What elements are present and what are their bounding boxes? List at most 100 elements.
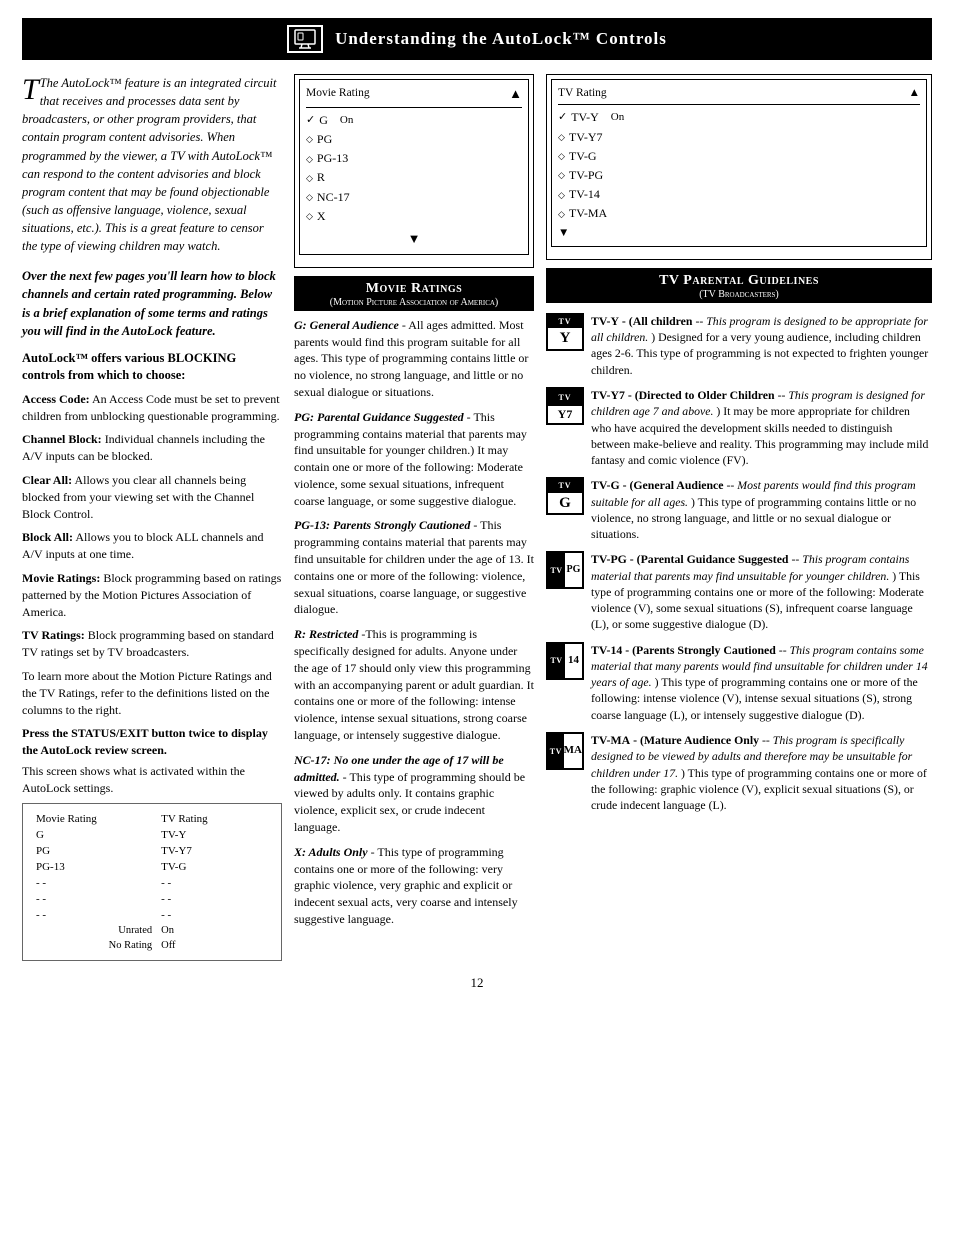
intro-para: The AutoLock™ feature is an integrated c… xyxy=(22,74,282,255)
footer-row2: No Rating Off xyxy=(33,939,271,952)
unrated-val: On xyxy=(158,924,271,937)
tv-entry-text-TVPG: TV-PG - (Parental Guidance Suggested -- … xyxy=(591,551,932,632)
rating-bold-desc: - (All children xyxy=(622,314,693,328)
bottom-text: To learn more about the Motion Picture R… xyxy=(22,668,282,718)
rating-item-R: ◇ R xyxy=(306,168,522,187)
rating-label: PG-13 xyxy=(317,149,348,168)
rating-item-TV14: ◇ TV-14 xyxy=(558,185,920,204)
arrow-up-icon: ▲ xyxy=(509,84,522,105)
rating-id: TV-Y xyxy=(591,314,619,328)
rating-item-TVY7: ◇ TV-Y7 xyxy=(558,128,920,147)
middle-column: Movie Rating ▲ ✓ G On ◇ PG ◇ PG-13 xyxy=(294,74,534,936)
small-screen-table: Movie Rating TV Rating G TV-Y PG TV-Y7 P… xyxy=(31,810,273,954)
tv-rating-TVY7: TV Y7 TV-Y7 - (Directed to Older Childre… xyxy=(546,387,932,468)
diamond-icon: ◇ xyxy=(306,190,313,204)
rating-item-TVG: ◇ TV-G xyxy=(558,147,920,166)
box-header-label: Movie Rating xyxy=(306,84,370,105)
rating-title: PG: Parental Guidance Suggested xyxy=(294,410,464,424)
tv-badge-TVY7: TV Y7 xyxy=(546,387,584,425)
badge-top: TV xyxy=(548,389,582,406)
rating-bold-desc: - (Mature Audience Only xyxy=(633,733,759,747)
tv-entry-text-TVY7: TV-Y7 - (Directed to Older Children -- T… xyxy=(591,387,932,468)
rating-label: NC-17 xyxy=(317,188,350,207)
term-label: TV Ratings: xyxy=(22,628,85,642)
arrow-down-icon: ▼ xyxy=(306,229,522,250)
right-column: TV Rating ▲ ✓ TV-Y On ◇ TV-Y7 ◇ TV-G xyxy=(546,74,932,822)
movie-val: PG-13 xyxy=(33,860,156,874)
movie-val: PG xyxy=(33,844,156,858)
unrated-label: Unrated xyxy=(33,924,156,937)
rating-R: R: Restricted -This is programming is sp… xyxy=(294,626,534,744)
rating-title: X: Adults Only xyxy=(294,845,368,859)
rating-title: R: Restricted xyxy=(294,627,358,641)
movie-ratings-title: Movie Ratings xyxy=(300,281,528,297)
header-icon xyxy=(287,25,323,53)
tv-badge-TV14: TV 14 xyxy=(546,642,584,680)
tv-badge-TVPG: TV PG xyxy=(546,551,584,589)
rating-label: G xyxy=(319,111,328,130)
diamond-icon: ◇ xyxy=(306,209,313,223)
term-movie-ratings: Movie Ratings: Block programming based o… xyxy=(22,570,282,620)
rating-item-G: ✓ G On xyxy=(306,111,522,130)
movie-ratings-subtitle: (Motion Picture Association of America) xyxy=(300,297,528,308)
diamond-icon: ◇ xyxy=(306,152,313,166)
rating-text: - This programming contains material tha… xyxy=(294,410,527,508)
badge-right: PG xyxy=(565,553,582,587)
norating-label: No Rating xyxy=(33,939,156,952)
arrow-down-icon: ▼ xyxy=(558,224,920,242)
table-row: PG-13 TV-G xyxy=(33,860,271,874)
rating-item-TVY: ✓ TV-Y On xyxy=(558,108,920,127)
tv-parental-subtitle: (TV Broadcasters) xyxy=(552,289,926,300)
table-row: PG TV-Y7 xyxy=(33,844,271,858)
rating-item-X: ◇ X xyxy=(306,207,522,226)
diamond-icon: ◇ xyxy=(306,132,313,146)
rating-G: G: General Audience - All ages admitted.… xyxy=(294,317,534,401)
tv-badge-TVG: TV G xyxy=(546,477,584,515)
box-header-row: Movie Rating ▲ xyxy=(306,84,522,108)
rating-PG: PG: Parental Guidance Suggested - This p… xyxy=(294,409,534,510)
diamond-icon: ◇ xyxy=(558,168,565,182)
badge-top: TV xyxy=(548,479,582,492)
norating-val: Off xyxy=(158,939,271,952)
bold-italic-para: Over the next few pages you'll learn how… xyxy=(22,267,282,340)
term-access-code: Access Code: An Access Code must be set … xyxy=(22,391,282,425)
rating-label: TV-14 xyxy=(569,185,600,204)
rating-text: - This programming contains material tha… xyxy=(294,518,534,616)
rating-id: TV-MA xyxy=(591,733,630,747)
box-header-row: TV Rating ▲ xyxy=(558,84,920,105)
badge-bottom: Y7 xyxy=(548,406,582,423)
tv-rating-TV14: TV 14 TV-14 - (Parents Strongly Cautione… xyxy=(546,642,932,723)
tv-parental-header: TV Parental Guidelines (TV Broadcasters) xyxy=(546,268,932,303)
tv-rating-box: TV Rating ▲ ✓ TV-Y On ◇ TV-Y7 ◇ TV-G xyxy=(546,74,932,260)
tv-val: TV-Y7 xyxy=(158,844,271,858)
rating-item-PG13: ◇ PG-13 xyxy=(306,149,522,168)
term-label: Channel Block: xyxy=(22,432,102,446)
movie-ratings-header: Movie Ratings (Motion Picture Associatio… xyxy=(294,276,534,311)
small-screen-box: Movie Rating TV Rating G TV-Y PG TV-Y7 P… xyxy=(22,803,282,961)
diamond-icon: ◇ xyxy=(558,207,565,221)
diamond-icon: ◇ xyxy=(558,188,565,202)
term-label: Movie Ratings: xyxy=(22,571,100,585)
tv-entry-text-TVG: TV-G - (General Audience -- Most parents… xyxy=(591,477,932,542)
term-block-all: Block All: Allows you to block ALL chann… xyxy=(22,529,282,563)
term-clear-all: Clear All: Allows you clear all channels… xyxy=(22,472,282,522)
tv-rating-TVMA: TV MA TV-MA - (Mature Audience Only -- T… xyxy=(546,732,932,813)
tv-val: TV-G xyxy=(158,860,271,874)
rating-NC17: NC-17: No one under the age of 17 will b… xyxy=(294,752,534,836)
rating-label: PG xyxy=(317,130,332,149)
drop-cap: T xyxy=(22,77,39,103)
tv-val: - - xyxy=(158,892,271,906)
rating-id: TV-PG xyxy=(591,552,627,566)
rating-item-NC17: ◇ NC-17 xyxy=(306,188,522,207)
rating-bold-desc: - (Parental Guidance Suggested xyxy=(630,552,789,566)
rating-bold-desc: - (Directed to Older Children xyxy=(628,388,775,402)
rating-item-TVPG: ◇ TV-PG xyxy=(558,166,920,185)
press-heading: Press the STATUS/EXIT button twice to di… xyxy=(22,725,282,759)
badge-left: TV xyxy=(548,553,565,587)
main-layout: TThe AutoLock™ feature is an integrated … xyxy=(22,74,932,961)
movie-val: G xyxy=(33,828,156,842)
movie-box-inner: Movie Rating ▲ ✓ G On ◇ PG ◇ PG-13 xyxy=(299,79,529,255)
tv-rating-TVY: TV Y TV-Y - (All children -- This progra… xyxy=(546,313,932,378)
term-tv-ratings: TV Ratings: Block programming based on s… xyxy=(22,627,282,661)
rating-X: X: Adults Only - This type of programmin… xyxy=(294,844,534,928)
